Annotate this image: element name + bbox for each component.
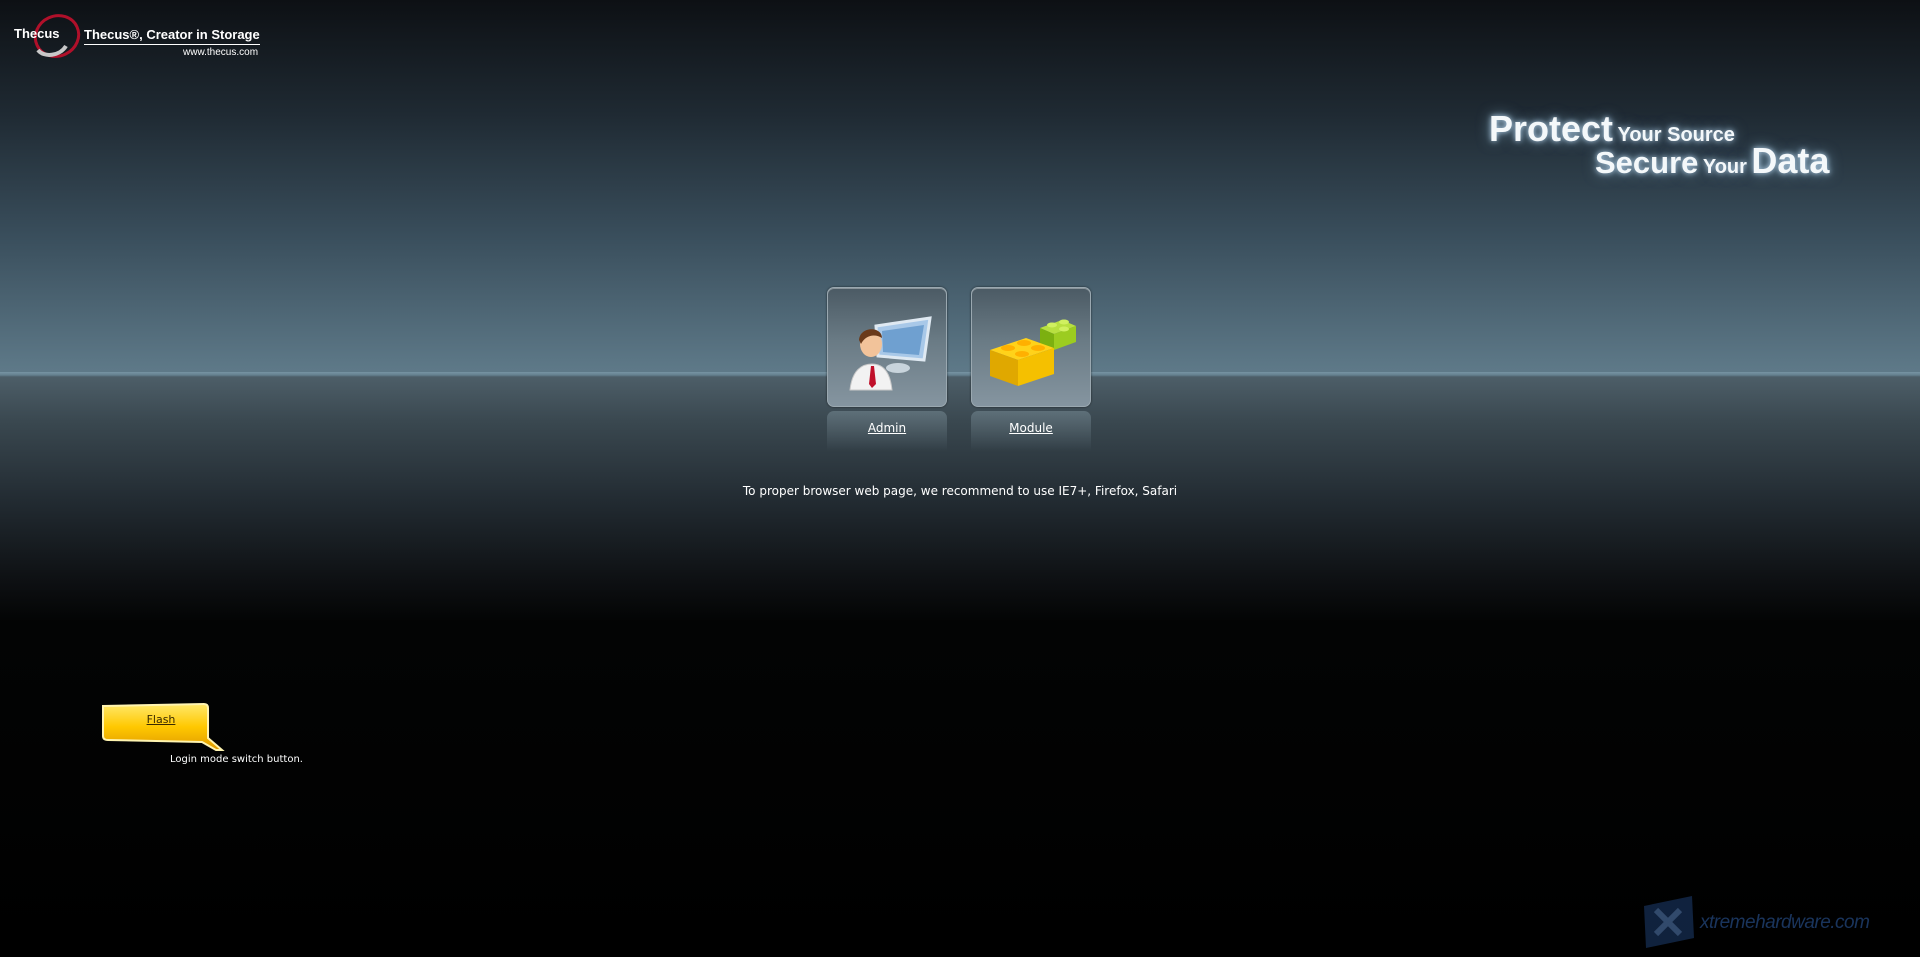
slogan-word: Your (1702, 156, 1747, 178)
logo-brand-name: Thecus (14, 26, 60, 41)
slogan-word: Data (1751, 140, 1830, 181)
module-tile-frame[interactable] (971, 287, 1091, 407)
module-blocks-icon (990, 319, 1076, 386)
slogan-word: Secure (1595, 145, 1699, 180)
flash-button-shape (102, 702, 225, 751)
flash-label[interactable]: Flash (100, 713, 222, 726)
watermark: xtremehardware.com (1636, 892, 1896, 952)
slogan-line-2: Secure Your Data (1595, 140, 1829, 182)
slogan: Protect Your Source Secure Your Data (1445, 108, 1845, 188)
module-label[interactable]: Module (971, 421, 1091, 435)
thecus-logo: Thecus Thecus®, Creator in Storage www.t… (12, 10, 272, 62)
admin-tile[interactable]: Admin (827, 287, 947, 451)
watermark-text: xtremehardware.com (1700, 912, 1870, 933)
admin-tile-frame[interactable] (827, 287, 947, 407)
logo-url: www.thecus.com (183, 47, 259, 58)
login-tiles: Admin Module (827, 287, 1093, 457)
browser-recommendation: To proper browser web page, we recommend… (742, 484, 1178, 498)
watermark-x-icon (1644, 896, 1694, 948)
flash-help-text: Login mode switch button. (170, 754, 303, 765)
admin-label[interactable]: Admin (827, 421, 947, 435)
admin-user-monitor-icon (849, 316, 932, 391)
flash-mode-button[interactable]: Flash (100, 702, 226, 754)
module-tile[interactable]: Module (971, 287, 1091, 451)
logo-tagline: Thecus®, Creator in Storage (84, 27, 260, 45)
